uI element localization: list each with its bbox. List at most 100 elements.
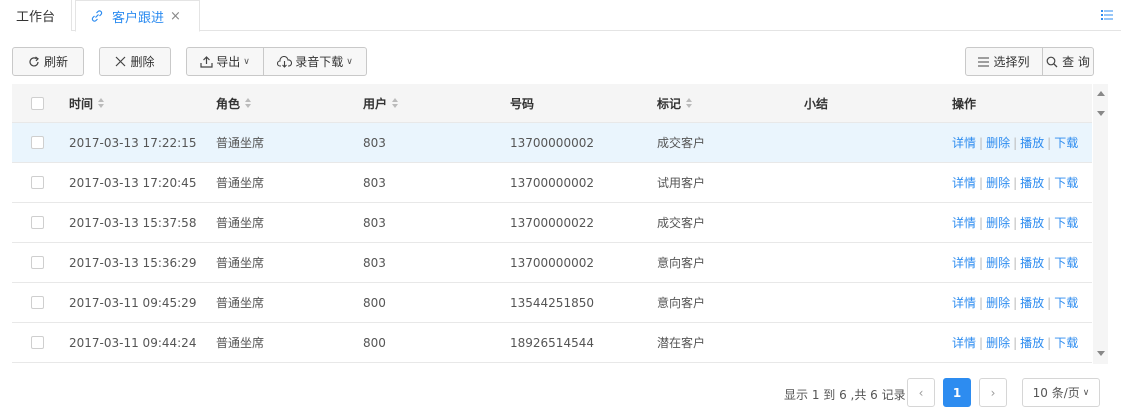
cell-time: 2017-03-11 09:44:24 — [69, 335, 197, 350]
query-label: 查 询 — [1062, 55, 1090, 69]
export-download-group: 导出 ∨ 录音下载 ∨ — [186, 47, 367, 76]
tab-bar: 工作台 客户跟进 × — [0, 0, 1121, 32]
cell-role: 普通坐席 — [216, 256, 265, 270]
header-time[interactable]: 时间 — [69, 95, 216, 112]
select-columns-label: 选择列 — [993, 55, 1030, 69]
header-tag[interactable]: 标记 — [657, 95, 804, 112]
table-body: 2017-03-13 17:22:15 普通坐席 803 13700000002… — [12, 123, 1092, 363]
refresh-icon — [29, 56, 39, 66]
sort-icon — [686, 98, 693, 108]
query-button[interactable]: 查 询 — [1042, 48, 1093, 75]
separator: | — [1047, 256, 1052, 270]
row-checkbox[interactable] — [31, 136, 44, 149]
select-columns-button[interactable]: 选择列 — [966, 48, 1042, 75]
play-link[interactable]: 播放 — [1020, 256, 1044, 270]
detail-link[interactable]: 详情 — [952, 136, 976, 150]
header-user[interactable]: 用户 — [363, 95, 510, 112]
separator: | — [1013, 136, 1018, 150]
header-number: 号码 — [510, 96, 535, 111]
next-page-button[interactable]: › — [979, 378, 1007, 407]
tab-customer-followup[interactable]: 客户跟进 × — [75, 0, 200, 32]
separator: | — [979, 136, 984, 150]
play-link[interactable]: 播放 — [1020, 296, 1044, 310]
chevron-down-icon: ∨ — [1082, 387, 1090, 398]
cell-time: 2017-03-11 09:45:29 — [69, 295, 197, 310]
cell-operations: 详情 | 删除 | 播放 | 下载 — [952, 134, 1092, 151]
play-link[interactable]: 播放 — [1020, 216, 1044, 230]
cloud-download-icon — [277, 55, 293, 68]
separator: | — [1013, 336, 1018, 350]
export-label: 导出 — [216, 55, 241, 69]
refresh-button[interactable]: 刷新 — [12, 47, 84, 76]
close-icon[interactable]: × — [170, 9, 181, 24]
page-size-select[interactable]: 10 条/页 ∨ — [1022, 378, 1100, 407]
scroll-down-icon[interactable] — [1097, 351, 1105, 356]
pagination-info: 显示 1 到 6 ,共 6 记录 — [784, 388, 906, 402]
separator: | — [979, 336, 984, 350]
detail-link[interactable]: 详情 — [952, 336, 976, 350]
table-row[interactable]: 2017-03-11 09:45:29 普通坐席 800 13544251850… — [12, 283, 1092, 323]
cell-user: 800 — [363, 335, 386, 350]
delete-link[interactable]: 删除 — [986, 336, 1010, 350]
cell-user: 803 — [363, 175, 386, 190]
detail-link[interactable]: 详情 — [952, 176, 976, 190]
header-operations: 操作 — [952, 96, 977, 111]
separator: | — [979, 256, 984, 270]
tab-workbench[interactable]: 工作台 — [0, 0, 72, 31]
scrollbar[interactable] — [1093, 84, 1108, 364]
play-link[interactable]: 播放 — [1020, 136, 1044, 150]
separator: | — [979, 176, 984, 190]
delete-button[interactable]: 删除 — [99, 47, 171, 76]
cell-role: 普通坐席 — [216, 336, 265, 350]
cell-user: 803 — [363, 135, 386, 150]
scroll-step-down-icon[interactable] — [1097, 111, 1105, 116]
row-checkbox[interactable] — [31, 216, 44, 229]
download-link[interactable]: 下载 — [1054, 256, 1078, 270]
table-row[interactable]: 2017-03-13 17:20:45 普通坐席 803 13700000002… — [12, 163, 1092, 203]
export-button[interactable]: 导出 ∨ — [187, 48, 263, 75]
row-checkbox[interactable] — [31, 296, 44, 309]
prev-page-button[interactable]: ‹ — [907, 378, 935, 407]
table-row[interactable]: 2017-03-13 17:22:15 普通坐席 803 13700000002… — [12, 123, 1092, 163]
delete-link[interactable]: 删除 — [986, 216, 1010, 230]
cell-role: 普通坐席 — [216, 296, 265, 310]
cell-operations: 详情 | 删除 | 播放 | 下载 — [952, 214, 1092, 231]
page-1-button[interactable]: 1 — [943, 378, 971, 407]
sort-icon — [392, 98, 399, 108]
download-link[interactable]: 下载 — [1054, 336, 1078, 350]
table-row[interactable]: 2017-03-13 15:37:58 普通坐席 803 13700000022… — [12, 203, 1092, 243]
cell-operations: 详情 | 删除 | 播放 | 下载 — [952, 294, 1092, 311]
delete-label: 删除 — [130, 55, 155, 69]
records-table: 时间 角色 用户 号码 标记 小结 操作 2017-03-13 17:22:15… — [12, 84, 1092, 363]
delete-link[interactable]: 删除 — [986, 136, 1010, 150]
play-link[interactable]: 播放 — [1020, 336, 1044, 350]
table-row[interactable]: 2017-03-11 09:44:24 普通坐席 800 18926514544… — [12, 323, 1092, 363]
detail-link[interactable]: 详情 — [952, 256, 976, 270]
row-checkbox[interactable] — [31, 176, 44, 189]
select-all-checkbox[interactable] — [31, 96, 44, 110]
download-link[interactable]: 下载 — [1054, 136, 1078, 150]
row-checkbox[interactable] — [31, 336, 44, 349]
cell-operations: 详情 | 删除 | 播放 | 下载 — [952, 334, 1092, 351]
chevron-down-icon: ∨ — [243, 56, 250, 67]
separator: | — [1047, 336, 1052, 350]
recording-download-button[interactable]: 录音下载 ∨ — [263, 48, 366, 75]
cell-number: 13700000002 — [510, 175, 594, 190]
download-link[interactable]: 下载 — [1054, 176, 1078, 190]
download-link[interactable]: 下载 — [1054, 296, 1078, 310]
header-role[interactable]: 角色 — [216, 95, 363, 112]
table-header: 时间 角色 用户 号码 标记 小结 操作 — [12, 84, 1092, 123]
row-checkbox[interactable] — [31, 256, 44, 269]
delete-link[interactable]: 删除 — [986, 296, 1010, 310]
tab-customer-followup-label: 客户跟进 — [112, 10, 165, 26]
delete-link[interactable]: 删除 — [986, 176, 1010, 190]
scroll-up-icon[interactable] — [1097, 91, 1105, 96]
delete-link[interactable]: 删除 — [986, 256, 1010, 270]
detail-link[interactable]: 详情 — [952, 296, 976, 310]
detail-link[interactable]: 详情 — [952, 216, 976, 230]
download-link[interactable]: 下载 — [1054, 216, 1078, 230]
separator: | — [1013, 216, 1018, 230]
table-row[interactable]: 2017-03-13 15:36:29 普通坐席 803 13700000002… — [12, 243, 1092, 283]
list-menu-icon[interactable] — [1101, 9, 1113, 21]
play-link[interactable]: 播放 — [1020, 176, 1044, 190]
